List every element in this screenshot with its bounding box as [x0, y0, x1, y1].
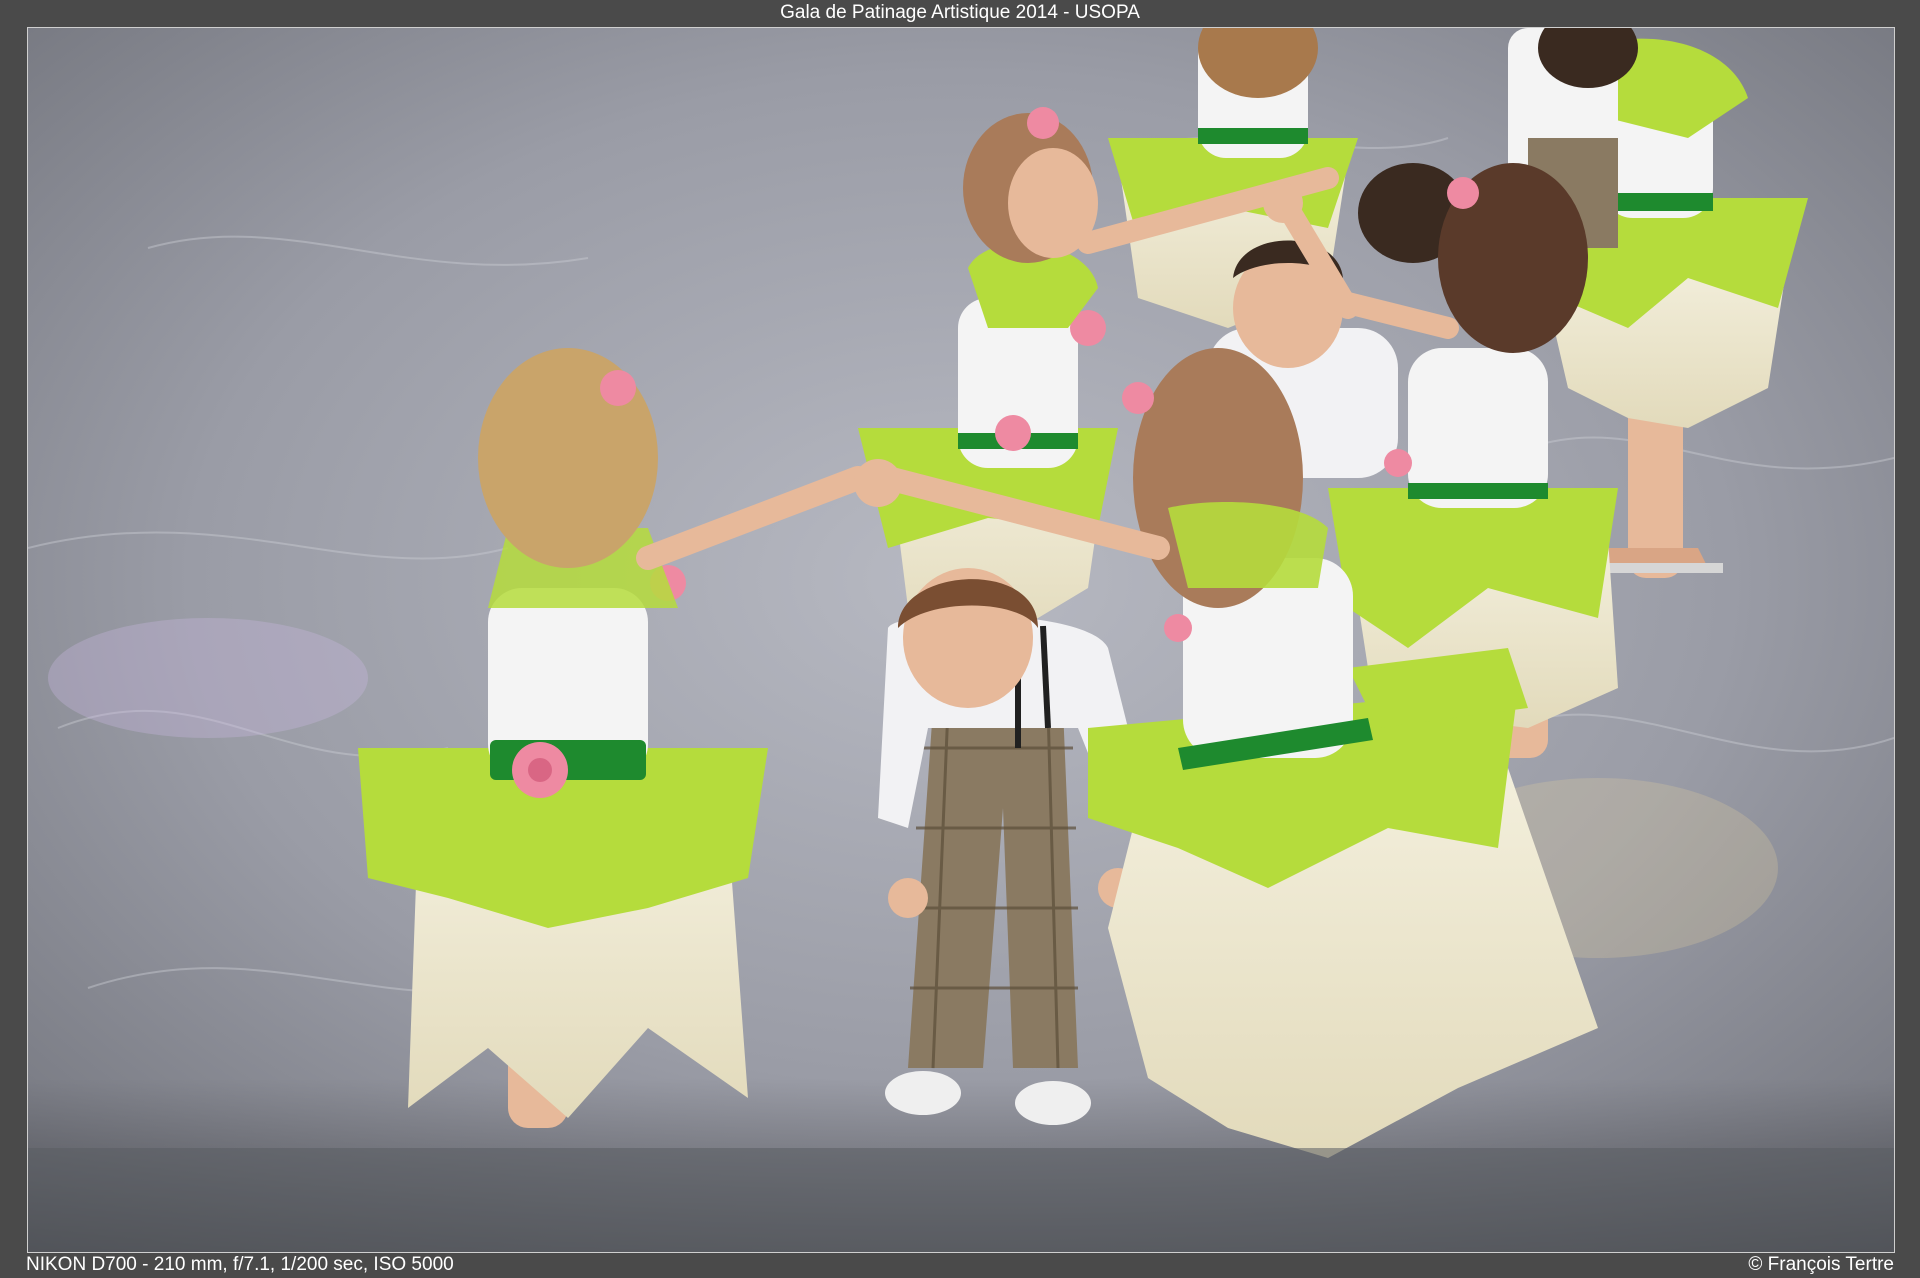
photo-copyright: © François Tertre: [1748, 1254, 1894, 1275]
joined-hands: [1263, 183, 1303, 223]
foreground-blur: [28, 1148, 1894, 1252]
joined-hands: [854, 459, 902, 507]
photo-title: Gala de Patinage Artistique 2014 - USOPA: [780, 2, 1140, 23]
camera-exif-info: NIKON D700 - 210 mm, f/7.1, 1/200 sec, I…: [26, 1254, 454, 1275]
light-reflection: [48, 618, 368, 738]
photo: [27, 27, 1895, 1253]
